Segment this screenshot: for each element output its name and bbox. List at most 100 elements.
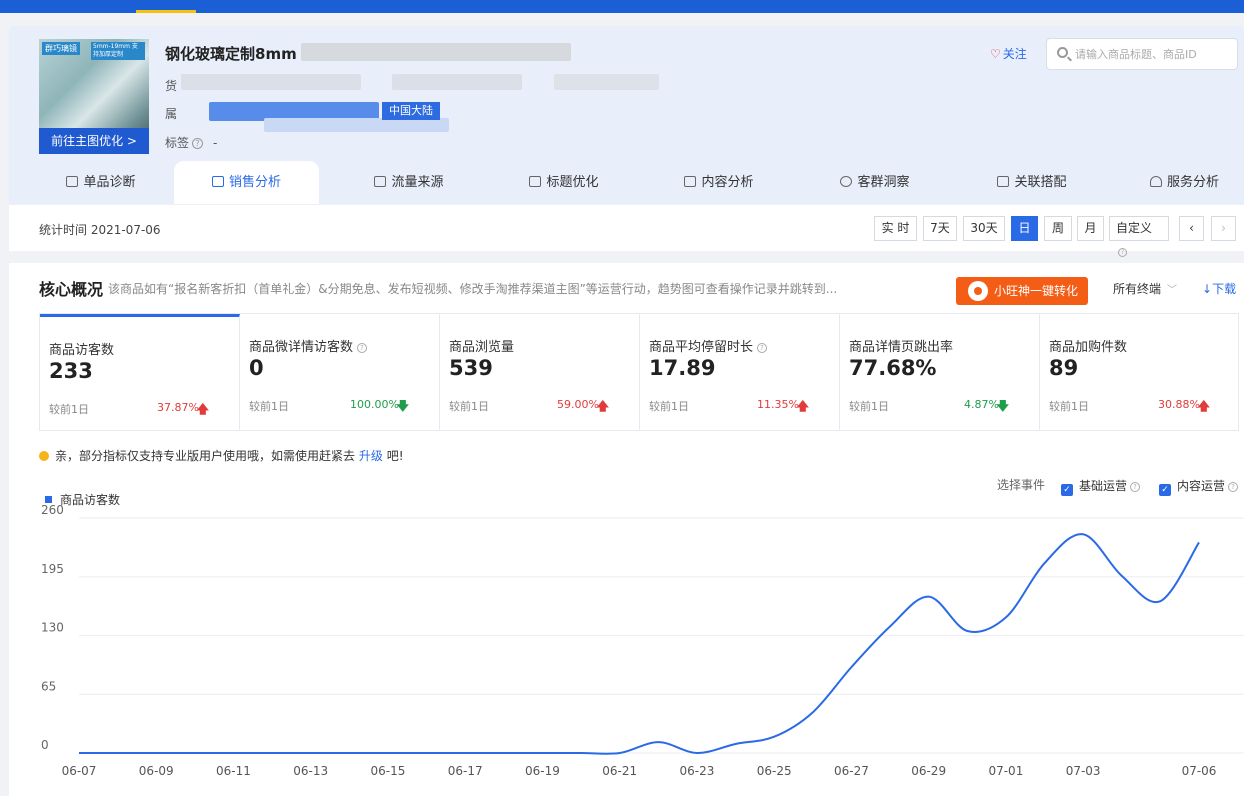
tab-label: 服务分析 (1166, 175, 1219, 190)
range-30d-button[interactable]: 30天 (963, 216, 1005, 241)
line-chart-icon (529, 176, 542, 187)
chevron-down-icon: ﹀ (1167, 285, 1178, 296)
download-link[interactable]: ↓下载 (1202, 280, 1236, 297)
metric-card-page-views[interactable]: 商品浏览量 539 较前1日 59.00% 🡅 (440, 314, 640, 430)
tag-row: 标签? - (165, 134, 217, 151)
document-icon (684, 176, 697, 187)
metric-change-pct: 100.00% (350, 398, 399, 411)
metric-compare-label: 较前1日 (1049, 400, 1089, 413)
range-realtime-button[interactable]: 实 时 (874, 216, 917, 241)
x-tick-label: 06-09 (139, 764, 174, 778)
tab-label: 销售分析 (228, 175, 281, 190)
tab-content-analysis[interactable]: 内容分析 (659, 161, 779, 204)
next-date-button[interactable]: › (1211, 216, 1236, 241)
tab-sales-analysis[interactable]: 销售分析 (174, 161, 319, 204)
help-icon[interactable]: ? (192, 138, 204, 149)
metric-label: 商品加购件数 (1049, 340, 1128, 355)
metric-compare-label: 较前1日 (449, 400, 489, 413)
metric-change-pct: 11.35% (757, 398, 799, 411)
metric-compare-label: 较前1日 (649, 400, 689, 413)
product-title: 钢化玻璃定制8mm (165, 45, 297, 63)
y-tick-label: 65 (41, 679, 56, 693)
thumb-brand: 群巧璃镜 (42, 42, 80, 55)
ww-one-click-convert-button[interactable]: 小旺神一键转化 (956, 277, 1088, 305)
arrow-up-icon: 🡅 (196, 402, 209, 416)
metric-label: 商品浏览量 (449, 340, 515, 355)
arrow-up-icon: 🡅 (1197, 399, 1210, 413)
metric-value: 233 (49, 359, 93, 383)
tab-related-matching[interactable]: 关联搭配 (972, 161, 1092, 204)
metric-card-visitors[interactable]: 商品访客数 233 较前1日 37.87% 🡅 (40, 314, 240, 430)
x-tick-label: 06-17 (448, 764, 483, 778)
x-tick-label: 06-13 (293, 764, 328, 778)
tab-traffic-source[interactable]: 流量来源 (349, 161, 469, 204)
metric-change-pct: 30.88% (1158, 398, 1200, 411)
analysis-tabs: 单品诊断 销售分析 流量来源 标题优化 内容分析 客群洞察 关联搭配 服务分析 (9, 161, 1244, 204)
metric-label: 商品详情页跳出率 (849, 340, 954, 355)
x-tick-label: 06-21 (602, 764, 637, 778)
range-week-button[interactable]: 周 (1044, 216, 1072, 241)
tab-label: 客群洞察 (857, 175, 910, 190)
range-month-button[interactable]: 月 (1077, 216, 1104, 241)
x-tick-label: 06-15 (371, 764, 406, 778)
download-label: 下载 (1212, 282, 1237, 296)
info-icon (39, 451, 49, 461)
x-tick-label: 06-11 (216, 764, 251, 778)
link-icon (997, 176, 1010, 187)
top-nav-active-indicator (136, 10, 196, 13)
stat-time: 统计时间 2021-07-06 (39, 223, 161, 237)
chevron-right-icon: › (1221, 221, 1226, 235)
region-badge: 中国大陆 (382, 102, 440, 120)
search-input[interactable] (1075, 45, 1235, 63)
tag-label: 标签 (165, 136, 190, 150)
bag-icon (66, 176, 79, 187)
metric-change-pct: 37.87% (157, 401, 199, 414)
redacted-meta-2 (392, 74, 522, 90)
metric-value: 77.68% (849, 356, 937, 380)
metric-value: 17.89 (649, 356, 716, 380)
arrow-up-icon: 🡅 (796, 399, 809, 413)
line-chart-icon (374, 176, 387, 187)
legend-label: 商品访客数 (60, 492, 120, 507)
metric-label: 商品微详情访客数? (249, 336, 368, 355)
tab-audience-insight[interactable]: 客群洞察 (815, 161, 935, 204)
help-icon: ? (1118, 248, 1127, 257)
ww-button-label: 小旺神一键转化 (994, 284, 1079, 298)
metric-compare-label: 较前1日 (249, 400, 289, 413)
metric-card-avg-stay[interactable]: 商品平均停留时长? 17.89 较前1日 11.35% 🡅 (640, 314, 840, 430)
metric-card-micro-detail-visitors[interactable]: 商品微详情访客数? 0 较前1日 100.00% 🡇 (240, 314, 440, 430)
range-7d-button[interactable]: 7天 (923, 216, 957, 241)
follow-button[interactable]: ♡ 关注 (990, 45, 1027, 62)
x-tick-label: 06-25 (757, 764, 792, 778)
series-line-visitors (78, 533, 1200, 755)
terminal-label: 所有终端 (1113, 282, 1162, 296)
prev-date-button[interactable]: ‹ (1179, 216, 1204, 241)
metric-card-add-to-cart[interactable]: 商品加购件数 89 较前1日 30.88% 🡅 (1040, 314, 1240, 430)
main-image-optimize-button[interactable]: 前往主图优化 > (39, 128, 149, 154)
heart-icon: ♡ (990, 47, 1001, 61)
metric-card-bounce-rate[interactable]: 商品详情页跳出率 77.68% 较前1日 4.87% 🡇 (840, 314, 1040, 430)
tab-label: 流量来源 (391, 175, 444, 190)
section-title: 核心概况 (39, 280, 104, 299)
tab-product-diagnosis[interactable]: 单品诊断 (31, 161, 171, 204)
redacted-meta-1 (181, 74, 361, 90)
legend-swatch (45, 496, 52, 503)
tab-title-optimization[interactable]: 标题优化 (504, 161, 624, 204)
metric-label: 商品平均停留时长? (649, 336, 768, 355)
range-day-button[interactable]: 日 (1011, 216, 1038, 241)
terminal-select[interactable]: 所有终端 ﹀ (1113, 280, 1177, 297)
tab-label: 标题优化 (546, 175, 599, 190)
metric-value: 0 (249, 356, 264, 380)
tab-service-analysis[interactable]: 服务分析 (1127, 161, 1242, 204)
upgrade-link[interactable]: 升级 (359, 449, 383, 463)
range-custom-button[interactable]: 自定义? (1109, 216, 1169, 257)
chevron-left-icon: ‹ (1189, 221, 1194, 235)
y-tick-label: 0 (41, 738, 49, 752)
search-box[interactable] (1046, 38, 1238, 70)
metric-change-pct: 59.00% (557, 398, 599, 411)
x-tick-label: 06-29 (911, 764, 946, 778)
bag-icon (211, 176, 224, 187)
follow-label: 关注 (1002, 47, 1027, 61)
headset-icon (1149, 176, 1162, 187)
help-icon: ? (757, 343, 768, 353)
